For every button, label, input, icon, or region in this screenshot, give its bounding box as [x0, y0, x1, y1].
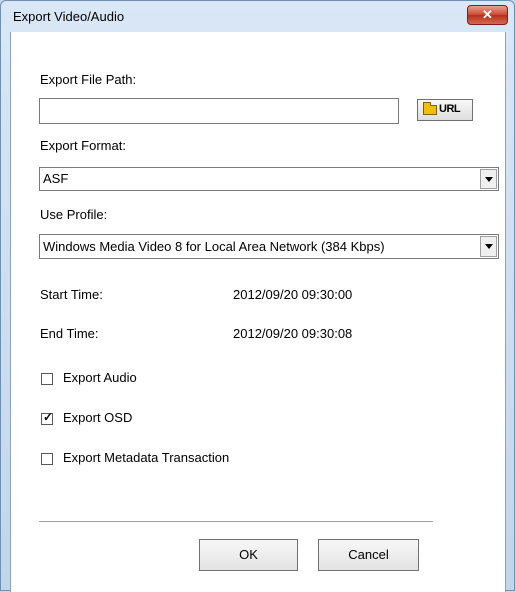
export-dialog: Export Video/Audio ✕ Export File Path: U…	[0, 0, 515, 592]
export-osd-label[interactable]: Export OSD	[63, 410, 132, 425]
start-time-value: 2012/09/20 09:30:00	[233, 287, 353, 302]
export-file-path-label: Export File Path:	[40, 72, 137, 87]
export-metadata-label[interactable]: Export Metadata Transaction	[63, 450, 229, 465]
window-title: Export Video/Audio	[13, 9, 125, 24]
folder-open-icon	[423, 102, 437, 115]
ok-button[interactable]: OK	[199, 539, 298, 571]
cancel-button[interactable]: Cancel	[318, 539, 419, 571]
end-time-value: 2012/09/20 09:30:08	[233, 326, 353, 341]
checkmark-icon: ✓	[42, 410, 54, 424]
use-profile-select[interactable]: Windows Media Video 8 for Local Area Net…	[39, 234, 499, 259]
export-audio-label[interactable]: Export Audio	[63, 370, 137, 385]
export-audio-checkbox[interactable]	[41, 373, 53, 385]
url-button[interactable]: URL	[417, 99, 473, 121]
ok-button-label: OK	[239, 547, 258, 562]
chevron-down-icon[interactable]	[480, 169, 497, 189]
close-icon: ✕	[482, 7, 493, 22]
end-time-label: End Time:	[40, 326, 99, 341]
start-time-label: Start Time:	[40, 287, 103, 302]
export-metadata-checkbox[interactable]	[41, 453, 53, 465]
title-bar[interactable]: Export Video/Audio ✕	[1, 1, 514, 31]
separator	[39, 521, 433, 522]
export-format-value: ASF	[43, 171, 69, 186]
export-file-path-input[interactable]	[39, 98, 399, 124]
url-button-label: URL	[439, 103, 461, 115]
chevron-down-icon[interactable]	[480, 236, 497, 257]
dialog-body: Export File Path: URL Export Format: ASF…	[10, 32, 506, 592]
export-format-label: Export Format:	[40, 138, 126, 153]
export-osd-checkbox[interactable]: ✓	[41, 410, 54, 425]
cancel-button-label: Cancel	[348, 547, 389, 562]
export-format-select[interactable]: ASF	[39, 167, 499, 191]
close-button[interactable]: ✕	[467, 5, 508, 25]
use-profile-label: Use Profile:	[40, 207, 108, 222]
use-profile-value: Windows Media Video 8 for Local Area Net…	[43, 239, 385, 254]
